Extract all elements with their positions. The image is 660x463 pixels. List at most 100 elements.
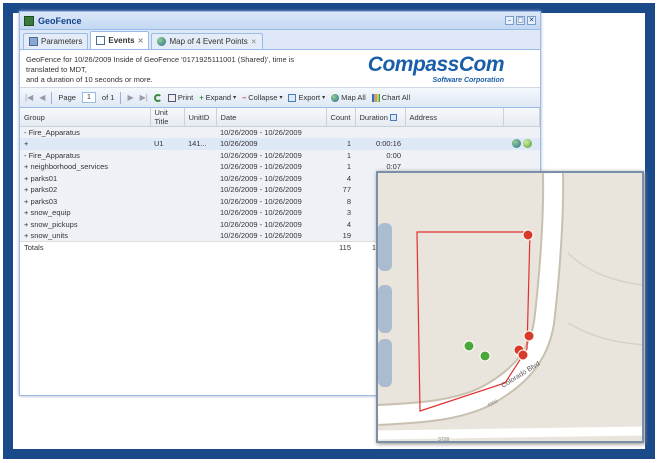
cell-duration: 0:00:16 (355, 138, 406, 150)
page-label: Page (58, 93, 76, 102)
marker-green[interactable] (479, 350, 491, 362)
column-header-count[interactable]: Count (326, 108, 356, 127)
map-canvas[interactable]: Colorado Blvd 4900 3728 (378, 173, 644, 443)
cell-unitid: 141... (184, 138, 216, 150)
cell-unit-title (150, 172, 184, 184)
cell-date: 10/26/2009 - 10/26/2009 (216, 172, 326, 184)
map-all-button[interactable]: Map All (331, 93, 366, 102)
table-row[interactable]: - Fire_Apparatus 10/26/2009 - 10/26/2009 (20, 126, 540, 138)
cell-unitid (184, 207, 216, 219)
cell-unitid (184, 126, 216, 138)
map-all-label: Map All (341, 93, 366, 102)
page-number-input[interactable]: 1 (81, 92, 96, 103)
collapse-button[interactable]: – Collapse ▾ (242, 93, 282, 102)
tab-label: Events (108, 36, 135, 45)
refresh-icon[interactable] (153, 93, 162, 102)
cell-date: 10/26/2009 - 10/26/2009 (216, 184, 326, 196)
column-header-unitid[interactable]: UnitID (184, 108, 217, 127)
cell-date: 10/26/2009 - 10/26/2009 (216, 195, 326, 207)
print-button[interactable]: Print (167, 93, 194, 102)
expand-icon: + (199, 93, 204, 102)
cell-group: - Fire_Apparatus (20, 149, 150, 161)
cell-count: 4 (326, 218, 356, 230)
cell-duration: 0:00 (355, 149, 406, 161)
cell-empty (150, 241, 184, 253)
expand-label: Expand (205, 93, 232, 102)
cell-group: + snow_equip (20, 207, 150, 219)
description-line-1: GeoFence for 10/26/2009 Inside of GeoFen… (26, 55, 295, 74)
toolbar-separator (51, 91, 53, 104)
first-page-icon[interactable]: |◀ (25, 93, 33, 102)
tab-map-of-event-points[interactable]: Map of 4 Event Points ✕ (151, 33, 263, 49)
chevron-down-icon: ▾ (233, 95, 237, 101)
column-header-date[interactable]: Date (216, 108, 327, 127)
cell-group: + (20, 138, 150, 150)
next-page-icon[interactable]: ▶ (127, 93, 133, 102)
prev-page-icon[interactable]: ◀ (39, 93, 45, 102)
marker-red[interactable] (517, 349, 529, 361)
cell-count: 8 (326, 195, 356, 207)
export-button[interactable]: Export ▾ (288, 93, 325, 102)
cell-unitid (184, 195, 216, 207)
map-panel[interactable]: Colorado Blvd 4900 3728 (376, 171, 644, 443)
column-header-group[interactable]: Group (20, 108, 151, 127)
tab-close-icon[interactable]: ✕ (138, 37, 144, 45)
print-label: Print (177, 93, 194, 102)
export-label: Export (298, 93, 321, 102)
map-row-icon[interactable] (511, 139, 521, 149)
map-building (378, 223, 392, 271)
cell-date: 10/26/2009 - 10/26/2009 (216, 126, 326, 138)
tab-close-icon[interactable]: ✕ (251, 38, 257, 46)
cell-group: + parks01 (20, 172, 150, 184)
window-titlebar[interactable]: GeoFence – ▢ ✕ (20, 12, 540, 30)
cell-actions (503, 138, 540, 150)
column-header-duration[interactable]: Duration (355, 108, 406, 127)
close-button[interactable]: ✕ (527, 16, 536, 25)
map-building (378, 285, 392, 333)
cell-count: 4 (326, 172, 356, 184)
last-page-icon[interactable]: ▶| (140, 93, 148, 102)
cell-unitid (184, 172, 216, 184)
report-description: GeoFence for 10/26/2009 Inside of GeoFen… (20, 50, 540, 88)
cell-count (326, 126, 356, 138)
chart-all-label: Chart All (381, 93, 411, 102)
chart-all-button[interactable]: Chart All (371, 93, 411, 102)
cell-group: + snow_pickups (20, 218, 150, 230)
expand-button[interactable]: + Expand ▾ (199, 93, 236, 102)
cell-actions (503, 149, 540, 161)
table-row[interactable]: + U1 141... 10/26/2009 1 0:00:16 (20, 138, 540, 150)
column-header-unit-title[interactable]: Unit Title (150, 108, 185, 127)
cell-address (405, 149, 504, 161)
cell-unitid (184, 161, 216, 173)
maximize-button[interactable]: ▢ (516, 16, 525, 25)
table-row[interactable]: - Fire_Apparatus 10/26/2009 - 10/26/2009 1… (20, 149, 540, 161)
column-filter-icon[interactable] (389, 114, 397, 122)
logo-sub: Software Corporation (432, 77, 504, 84)
cell-unitid (184, 184, 216, 196)
toolbar-separator (120, 91, 122, 104)
marker-red[interactable] (522, 229, 534, 241)
cell-unit-title (150, 184, 184, 196)
cell-count: 3 (326, 207, 356, 219)
cell-empty (216, 241, 326, 253)
marker-green[interactable] (463, 340, 475, 352)
cell-group: + neighborhood_services (20, 161, 150, 173)
tab-events[interactable]: Events ✕ (90, 31, 150, 49)
column-header-address[interactable]: Address (405, 108, 505, 127)
cell-count: 1 (326, 138, 356, 150)
cell-duration (355, 126, 406, 138)
cell-date: 10/26/2009 - 10/26/2009 (216, 149, 326, 161)
collapse-icon: – (242, 93, 247, 102)
tab-parameters[interactable]: Parameters (23, 33, 89, 49)
cell-count: 77 (326, 184, 356, 196)
export-icon (288, 93, 297, 102)
cell-unit-title (150, 195, 184, 207)
marker-red[interactable] (523, 330, 535, 342)
cell-date: 10/26/2009 (216, 138, 326, 150)
minimize-button[interactable]: – (505, 16, 514, 25)
grid-icon (96, 36, 106, 45)
cell-count: 1 (326, 149, 356, 161)
cell-group: + snow_units (20, 230, 150, 242)
totals-count: 115 (326, 241, 356, 253)
zoom-row-icon[interactable] (522, 139, 532, 149)
